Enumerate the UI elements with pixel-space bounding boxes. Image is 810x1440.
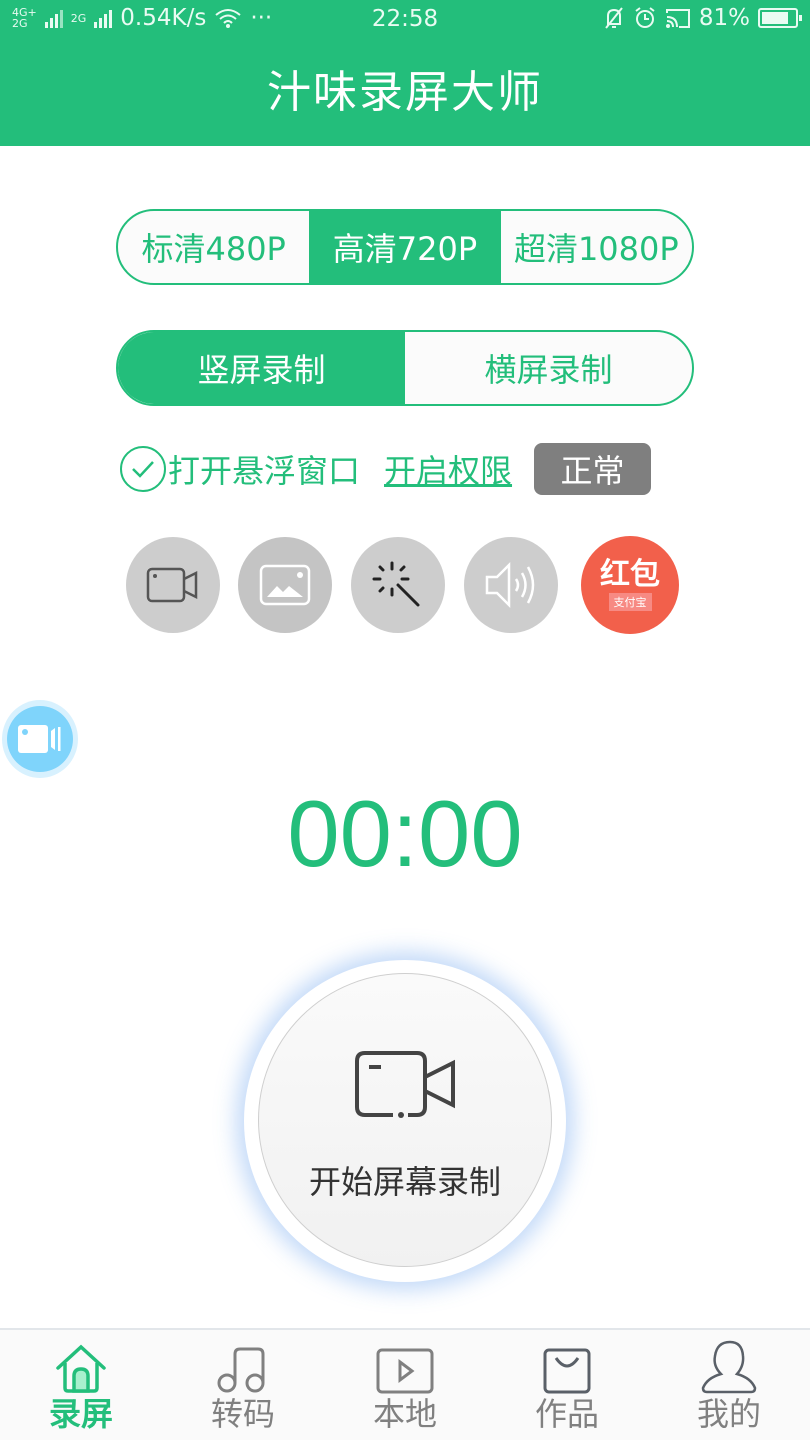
camera-icon xyxy=(146,567,198,603)
image-button[interactable] xyxy=(238,537,332,633)
permission-status-badge[interactable]: 正常 xyxy=(534,443,652,495)
tab-label: 我的 xyxy=(696,1395,761,1433)
quality-option-1080p[interactable]: 超清1080P xyxy=(501,211,692,283)
start-recording-button[interactable]: 开始屏幕录制 xyxy=(258,973,552,1267)
alarm-icon xyxy=(635,7,655,28)
start-recording-label: 开始屏幕录制 xyxy=(308,1163,501,1201)
user-icon xyxy=(701,1340,757,1394)
status-bar: 4G+ 2G 2G 0.54K/s ··· 22:58 81% xyxy=(0,0,810,40)
tab-transcode[interactable]: 转码 xyxy=(162,1330,324,1440)
magic-wand-icon xyxy=(372,561,420,607)
quality-option-720p[interactable]: 高清720P xyxy=(309,211,501,283)
orientation-portrait[interactable]: 竖屏录制 xyxy=(118,332,405,404)
red-packet-title: 红包 xyxy=(600,557,660,592)
cast-icon xyxy=(665,9,690,28)
battery-fill xyxy=(762,12,788,24)
bottom-tab-bar: 录屏 转码 本地 作品 我的 xyxy=(0,1328,810,1440)
quality-option-480p[interactable]: 标清480P xyxy=(118,211,309,283)
checkmark-icon xyxy=(132,461,154,478)
battery-icon xyxy=(758,8,802,28)
tab-label: 转码 xyxy=(210,1395,275,1433)
orientation-landscape[interactable]: 横屏录制 xyxy=(405,332,692,404)
float-window-checkbox[interactable] xyxy=(120,446,166,492)
camera-toggle-button[interactable] xyxy=(126,537,220,633)
tab-local[interactable]: 本地 xyxy=(324,1330,486,1440)
play-box-icon xyxy=(376,1348,434,1394)
video-camera-icon xyxy=(18,725,61,753)
orientation-selector: 竖屏录制 横屏录制 xyxy=(116,330,694,406)
enable-permission-link[interactable]: 开启权限 xyxy=(384,446,512,492)
recording-timer: 00:00 xyxy=(287,781,523,886)
alipay-label: 支付宝 xyxy=(608,593,652,611)
tab-label: 录屏 xyxy=(48,1395,113,1433)
float-window-label[interactable]: 打开悬浮窗口 xyxy=(168,446,360,492)
tab-works[interactable]: 作品 xyxy=(486,1330,648,1440)
red-packet-button[interactable]: 红包 支付宝 xyxy=(581,536,679,634)
battery-percent: 81% xyxy=(698,5,750,31)
tab-record[interactable]: 录屏 xyxy=(0,1330,162,1440)
tool-row: 红包 支付宝 xyxy=(126,536,681,634)
quality-selector: 标清480P 高清720P 超清1080P xyxy=(116,209,694,285)
float-window-row: 打开悬浮窗口 开启权限 正常 xyxy=(120,443,695,495)
video-camera-icon xyxy=(355,1051,455,1118)
effects-button[interactable] xyxy=(351,537,445,633)
app-title: 汁味录屏大师 xyxy=(0,40,810,146)
speaker-icon xyxy=(485,561,535,609)
tab-label: 本地 xyxy=(372,1395,437,1433)
tab-label: 作品 xyxy=(534,1395,599,1433)
image-icon xyxy=(259,564,311,606)
floating-widget-inner xyxy=(7,706,73,772)
audio-button[interactable] xyxy=(464,537,558,633)
bag-icon xyxy=(543,1348,591,1394)
bell-off-icon xyxy=(605,7,623,29)
home-icon xyxy=(56,1344,106,1393)
tab-me[interactable]: 我的 xyxy=(648,1330,810,1440)
music-note-icon xyxy=(217,1347,265,1393)
floating-record-widget[interactable] xyxy=(2,700,78,778)
